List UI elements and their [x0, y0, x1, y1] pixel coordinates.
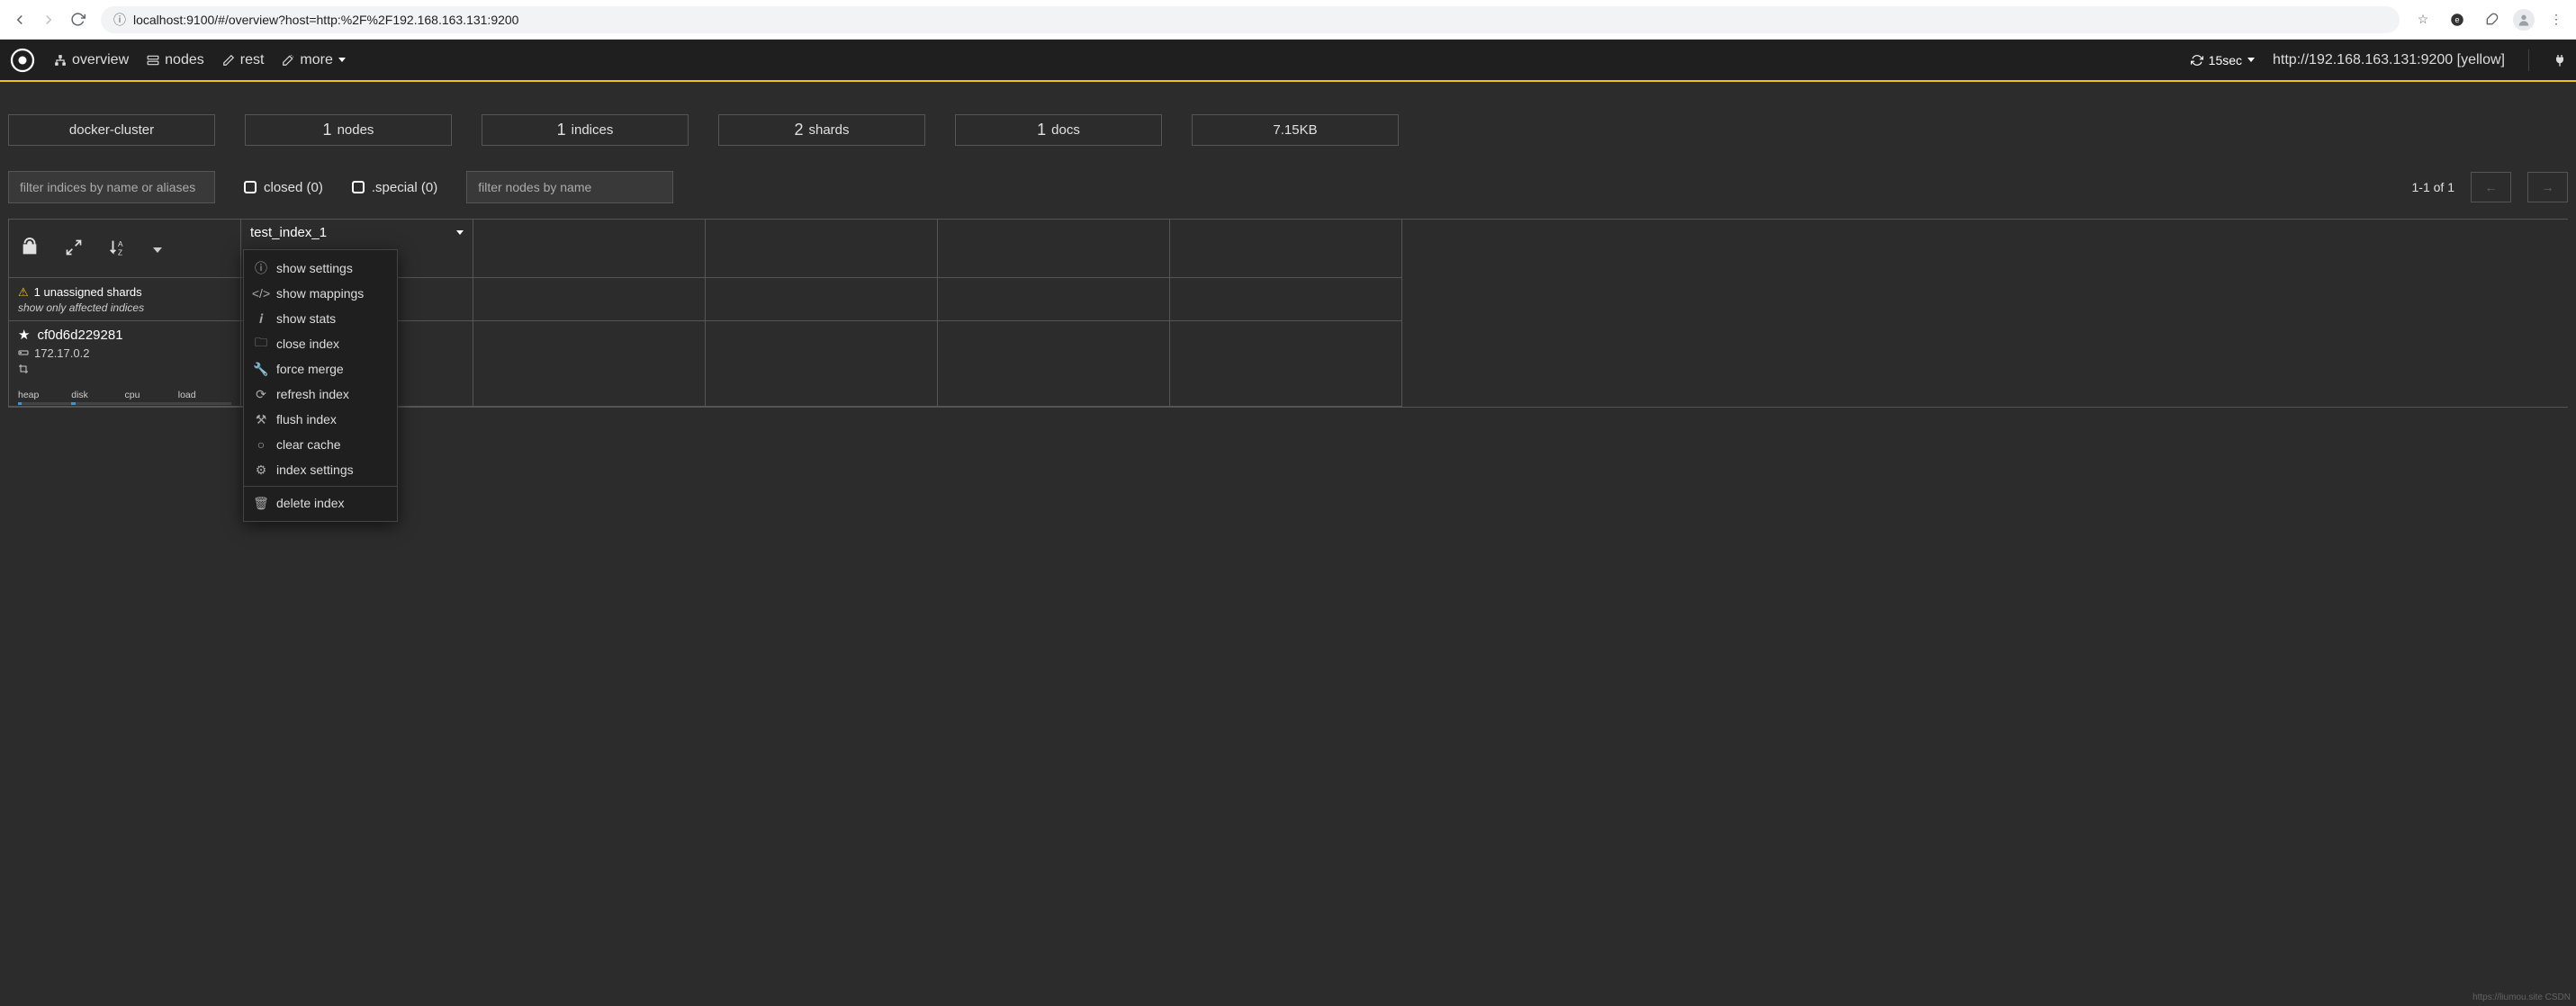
filter-nodes-input[interactable]	[466, 171, 673, 203]
star-icon[interactable]: ☆	[2410, 7, 2436, 32]
menu-show-settings[interactable]: ⓘshow settings	[244, 256, 397, 281]
page-next-button[interactable]: →	[2527, 172, 2568, 202]
menu-delete-index[interactable]: 🗑delete index	[244, 490, 397, 516]
closed-label: closed (0)	[264, 180, 323, 195]
forward-button[interactable]	[36, 7, 61, 32]
nav-more[interactable]: more	[282, 52, 345, 68]
host-label: http://192.168.163.131:9200 [yellow]	[2273, 52, 2505, 68]
menu-show-stats[interactable]: 𝒊show stats	[244, 306, 397, 331]
checkbox-icon	[352, 181, 365, 193]
stat-cpu-label: cpu	[125, 390, 140, 400]
stat-shards: 2shards	[718, 114, 925, 146]
stat-size: 7.15KB	[1192, 114, 1399, 146]
nav-overview-label: overview	[72, 52, 129, 68]
nav-rest-label: rest	[240, 52, 265, 68]
code-icon: </>	[255, 286, 267, 301]
menu-force-merge[interactable]: 🔧force merge	[244, 356, 397, 382]
refresh-icon: ⟳	[255, 387, 267, 402]
url-bar[interactable]: ⓘ localhost:9100/#/overview?host=http:%2…	[101, 6, 2400, 33]
nav-overview[interactable]: overview	[54, 52, 129, 68]
unassigned-shards-text: 1 unassigned shards	[34, 285, 142, 299]
info-icon: 𝒊	[255, 311, 267, 327]
reload-button[interactable]	[65, 7, 90, 32]
extension-icon-1[interactable]: e	[2445, 7, 2470, 32]
folder-icon: 🗀	[255, 333, 267, 355]
warning-icon: ⚠	[18, 285, 29, 300]
stat-heap-label: heap	[18, 390, 39, 400]
site-info-icon[interactable]: ⓘ	[113, 11, 126, 29]
nav-rest[interactable]: rest	[222, 52, 265, 68]
expand-icon[interactable]	[65, 238, 83, 259]
stat-docs: 1docs	[955, 114, 1162, 146]
chevron-down-icon	[338, 58, 346, 62]
special-checkbox[interactable]: .special (0)	[352, 180, 437, 195]
node-name[interactable]: cf0d6d229281	[37, 328, 122, 343]
special-label: .special (0)	[372, 180, 437, 195]
nav-nodes-label: nodes	[165, 52, 204, 68]
browser-menu-icon[interactable]: ⋮	[2544, 7, 2569, 32]
plug-icon	[2553, 53, 2567, 67]
hdd-icon	[18, 346, 29, 360]
menu-close-index[interactable]: 🗀close index	[244, 331, 397, 356]
show-only-affected-link[interactable]: show only affected indices	[18, 301, 231, 314]
dropdown-icon[interactable]	[153, 241, 162, 256]
info-icon: ⓘ	[255, 259, 267, 277]
gear-icon: ⚙	[255, 463, 267, 478]
divider	[2528, 49, 2529, 71]
svg-text:e: e	[2454, 15, 2459, 24]
node-ip: 172.17.0.2	[34, 346, 89, 360]
stat-disk-label: disk	[71, 390, 88, 400]
svg-text:Z: Z	[118, 248, 122, 256]
checkbox-icon	[244, 181, 257, 193]
index-menu-toggle[interactable]	[456, 230, 464, 235]
crop-icon[interactable]	[18, 364, 29, 377]
server-icon	[147, 54, 159, 67]
menu-separator	[244, 486, 397, 487]
profile-avatar[interactable]	[2513, 9, 2535, 31]
lock-icon[interactable]	[20, 238, 40, 260]
refresh-interval-label: 15sec	[2209, 53, 2242, 67]
refresh-interval[interactable]: 15sec	[2191, 53, 2255, 67]
edit-icon	[222, 54, 235, 67]
index-name[interactable]: test_index_1	[250, 225, 327, 240]
page-label: 1-1 of 1	[2412, 180, 2454, 194]
watermark: https://liumou.site CSDN	[2472, 993, 2571, 1002]
url-text: localhost:9100/#/overview?host=http:%2F%…	[133, 13, 518, 27]
star-icon: ★	[18, 327, 30, 343]
sort-icon[interactable]: AZ	[108, 238, 128, 260]
chevron-down-icon	[2247, 58, 2255, 62]
stat-load-label: load	[178, 390, 196, 400]
filter-indices-input[interactable]	[8, 171, 215, 203]
wrench-icon: 🔧	[255, 362, 267, 377]
nav-more-label: more	[300, 52, 332, 68]
menu-show-mappings[interactable]: </>show mappings	[244, 281, 397, 306]
stat-cluster: docker-cluster	[8, 114, 215, 146]
magic-icon	[282, 54, 294, 67]
stat-indices: 1indices	[482, 114, 689, 146]
extension-icon-2[interactable]	[2479, 7, 2504, 32]
menu-clear-cache[interactable]: ○clear cache	[244, 432, 397, 457]
closed-checkbox[interactable]: closed (0)	[244, 180, 323, 195]
disconnect-button[interactable]	[2553, 53, 2567, 67]
circle-icon: ○	[255, 437, 267, 452]
back-button[interactable]	[7, 7, 32, 32]
gavel-icon: ⚒	[255, 412, 267, 427]
menu-index-settings[interactable]: ⚙index settings	[244, 457, 397, 482]
page-prev-button[interactable]: ←	[2471, 172, 2511, 202]
sitemap-icon	[54, 54, 67, 67]
menu-refresh-index[interactable]: ⟳refresh index	[244, 382, 397, 407]
index-actions-menu: ⓘshow settings </>show mappings 𝒊show st…	[243, 249, 398, 522]
svg-text:A: A	[118, 240, 123, 248]
stat-nodes: 1nodes	[245, 114, 452, 146]
refresh-icon	[2191, 54, 2203, 67]
nav-nodes[interactable]: nodes	[147, 52, 204, 68]
trash-icon: 🗑	[255, 496, 267, 511]
menu-flush-index[interactable]: ⚒flush index	[244, 407, 397, 432]
app-logo	[9, 47, 36, 74]
